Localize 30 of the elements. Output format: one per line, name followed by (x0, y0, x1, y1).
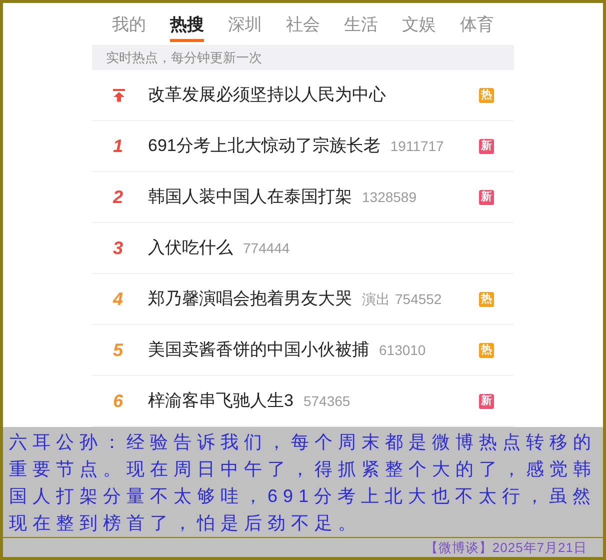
rank-number: 1 (112, 134, 124, 158)
trend-title[interactable]: 691分考上北大惊动了宗族长老 (148, 133, 380, 159)
rank-number: 5 (112, 338, 124, 362)
heat-count: 574365 (303, 392, 350, 410)
heat-count: 1911717 (390, 136, 444, 156)
rank-number: 4 (112, 288, 124, 310)
heat-count: 774444 (243, 238, 290, 258)
category-label: 演出 (362, 290, 390, 308)
heat-count: 613010 (379, 340, 426, 360)
heat-count: 1328589 (362, 188, 417, 206)
rank-number: 6 (112, 390, 124, 412)
rank-number: 2 (112, 186, 124, 208)
trend-title[interactable]: 美国卖酱香饼的中国小伙被捕 (148, 337, 369, 363)
new-badge: 新 (479, 190, 494, 204)
comment-text: 六耳公孙：经验告诉我们，每个周末都是微博热点转移的重要节点。现在周日中午了，得抓紧整个大的了，感觉韩国人打架分量不太够哇，691分考上北大也不太行，虽然现在整到榜首了，怕是后劲不足。 (8, 431, 598, 535)
new-badge: 新 (479, 394, 494, 408)
notice-bar: 实时热点，每分钟更新一次 (92, 45, 514, 70)
hot-badge: 热 (479, 292, 494, 306)
hot-badge: 热 (479, 88, 494, 102)
trend-title[interactable]: 梓渝客串飞驰人生3 (148, 388, 294, 414)
heat-count: 754552 (395, 290, 442, 308)
new-badge: 新 (479, 138, 494, 154)
trend-title[interactable]: 韩国人装中国人在泰国打架 (148, 184, 352, 210)
trend-title[interactable]: 入伏吃什么 (148, 235, 233, 261)
trend-title[interactable]: 改革发展必须坚持以人民为中心 (148, 82, 386, 108)
rank-number: 3 (112, 236, 124, 260)
hot-badge: 热 (479, 342, 494, 358)
trend-title[interactable]: 郑乃馨演唱会抱着男友大哭 (148, 286, 352, 312)
footer-date: 【微博谈】2025年7月21日 (424, 538, 587, 557)
tab[interactable]: 热搜 (170, 11, 204, 42)
